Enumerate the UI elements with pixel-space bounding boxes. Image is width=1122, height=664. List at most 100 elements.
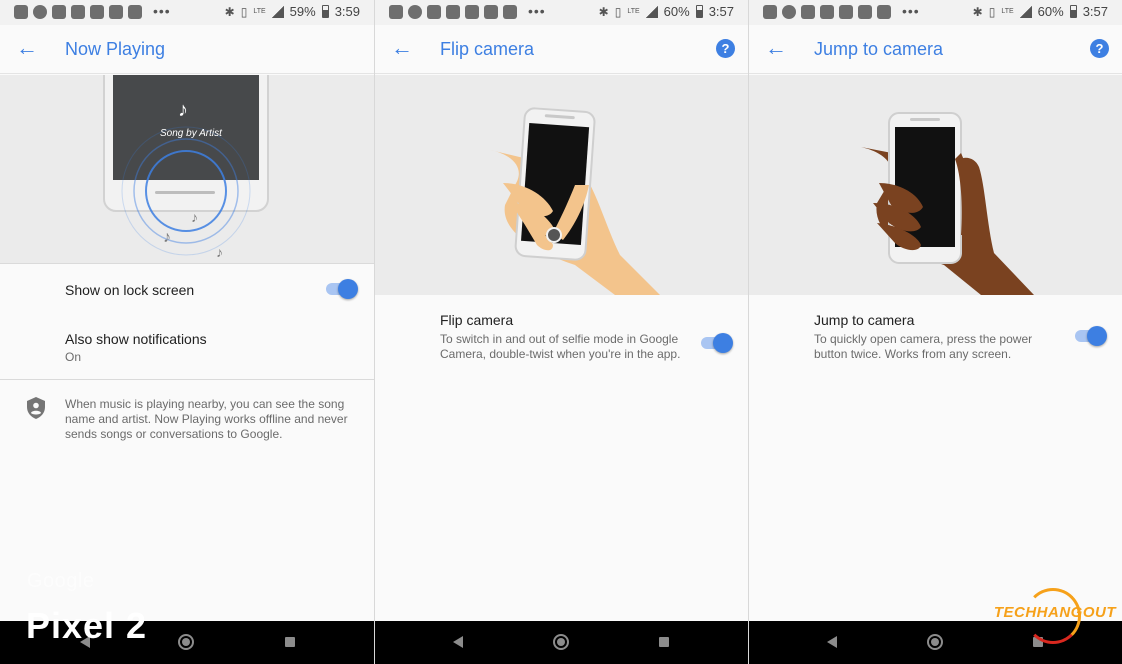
status-bar: ••• ✱ ▯ LTE 60% 3:57 [375,0,748,25]
nav-back-icon[interactable] [453,636,463,648]
youtube-icon [484,5,498,19]
now-playing-illustration: ♪ Song by Artist ♪ ♪ ♪ [0,75,374,263]
setting-description: To quickly open camera, press the power … [814,332,1033,361]
youtube-icon [90,5,104,19]
battery-icon [695,5,703,18]
help-icon[interactable]: ? [1090,39,1109,58]
help-icon[interactable]: ? [716,39,735,58]
arrow-back-icon[interactable]: ← [391,37,413,59]
more-notifications-icon: ••• [153,3,171,19]
flip-camera-panel: ••• ✱ ▯ LTE 60% 3:57 ← Flip camera ? Fli… [375,0,748,664]
now-playing-caption: Song by Artist [160,128,222,139]
show-on-lock-screen-row[interactable]: Show on lock screen [0,264,374,312]
battery-percent: 60% [1037,4,1064,19]
signal-icon [271,5,284,18]
music-note-icon: ♪ [163,229,171,246]
nav-recents-icon[interactable] [659,637,669,647]
jump-to-camera-setting-row[interactable]: Jump to camera To quickly open camera, p… [749,300,1122,380]
clock: 3:57 [1082,4,1108,19]
nav-home-icon[interactable] [178,634,194,650]
watermark-google: Google [27,570,95,592]
notification-icons: ••• [389,3,546,19]
bluetooth-icon: ✱ [224,4,235,19]
jump-to-camera-panel: ••• ✱ ▯ LTE 60% 3:57 ← Jump to camera ? [749,0,1122,664]
more-notifications-icon: ••• [902,3,920,19]
line-app-icon [782,5,796,19]
vibrate-icon: ▯ [614,4,622,19]
setting-title: Flip camera [440,312,514,328]
more-notifications-icon: ••• [528,3,546,19]
notification-icons: ••• [14,3,171,19]
nav-home-icon[interactable] [553,634,569,650]
line-app-icon [408,5,422,19]
vibrate-icon: ▯ [240,4,248,19]
arrow-back-icon[interactable]: ← [765,37,787,59]
info-text: When music is playing nearby, you can se… [65,397,348,441]
clock: 3:59 [334,4,360,19]
arrow-back-icon[interactable]: ← [16,37,38,59]
clock: 3:57 [708,4,734,19]
youtube-icon [52,5,66,19]
flip-camera-setting-row[interactable]: Flip camera To switch in and out of self… [375,300,748,390]
youtube-icon [465,5,479,19]
gallery-icon [763,5,777,19]
signal-icon [645,5,658,18]
hand-holding-phone-illustration [861,112,1034,295]
bluetooth-icon: ✱ [972,4,983,19]
vibrate-icon: ▯ [988,4,996,19]
bluetooth-icon: ✱ [598,4,609,19]
nav-recents-icon[interactable] [285,637,295,647]
jump-to-camera-toggle[interactable] [1073,325,1107,347]
divider [0,379,374,380]
gallery-icon [14,5,28,19]
now-playing-panel: ••• ✱ ▯ LTE 59% 3:59 ← Now Playing ♪ Son… [0,0,374,664]
youtube-icon [427,5,441,19]
signal-icon [1019,5,1032,18]
battery-percent: 59% [289,4,316,19]
page-title: Flip camera [440,39,535,59]
battery-icon [1069,5,1077,18]
line-app-icon [33,5,47,19]
setting-title: Show on lock screen [65,282,195,298]
battery-percent: 60% [663,4,690,19]
shield-account-icon [27,397,45,419]
lte-icon: LTE [627,8,640,15]
also-show-notifications-row[interactable]: Also show notifications On [0,318,374,370]
youtube-icon [839,5,853,19]
watermark-techhangout: TECHHANGOUT [993,604,1116,621]
youtube-icon [877,5,891,19]
gallery-icon [389,5,403,19]
watermark-pixel-2: Pixel 2 [26,605,148,646]
notification-icons: ••• [763,3,920,19]
youtube-icon [128,5,142,19]
youtube-icon [801,5,815,19]
hand-holding-phone-illustration [490,107,660,295]
music-note-icon: ♪ [216,244,223,260]
battery-icon [321,5,329,18]
setting-description: To switch in and out of selfie mode in G… [440,332,681,361]
youtube-icon [820,5,834,19]
flip-camera-toggle[interactable] [699,332,733,354]
setting-subtitle: On [65,350,82,364]
app-bar: ← Now Playing [0,25,374,74]
setting-title: Jump to camera [814,312,915,328]
youtube-icon [446,5,460,19]
lock-screen-toggle[interactable] [324,278,358,300]
music-note-icon: ♪ [178,99,188,121]
status-bar: ••• ✱ ▯ LTE 60% 3:57 [749,0,1122,25]
page-title: Jump to camera [814,39,944,59]
lte-icon: LTE [1001,8,1014,15]
status-bar: ••• ✱ ▯ LTE 59% 3:59 [0,0,374,25]
nav-back-icon[interactable] [827,636,837,648]
youtube-icon [503,5,517,19]
jump-to-camera-illustration [749,75,1122,295]
app-bar: ← Jump to camera ? [749,25,1122,74]
lte-icon: LTE [253,8,266,15]
youtube-icon [858,5,872,19]
page-title: Now Playing [65,39,166,59]
nav-home-icon[interactable] [927,634,943,650]
setting-title: Also show notifications [65,331,207,347]
youtube-icon [71,5,85,19]
music-note-icon: ♪ [191,209,198,225]
youtube-icon [109,5,123,19]
